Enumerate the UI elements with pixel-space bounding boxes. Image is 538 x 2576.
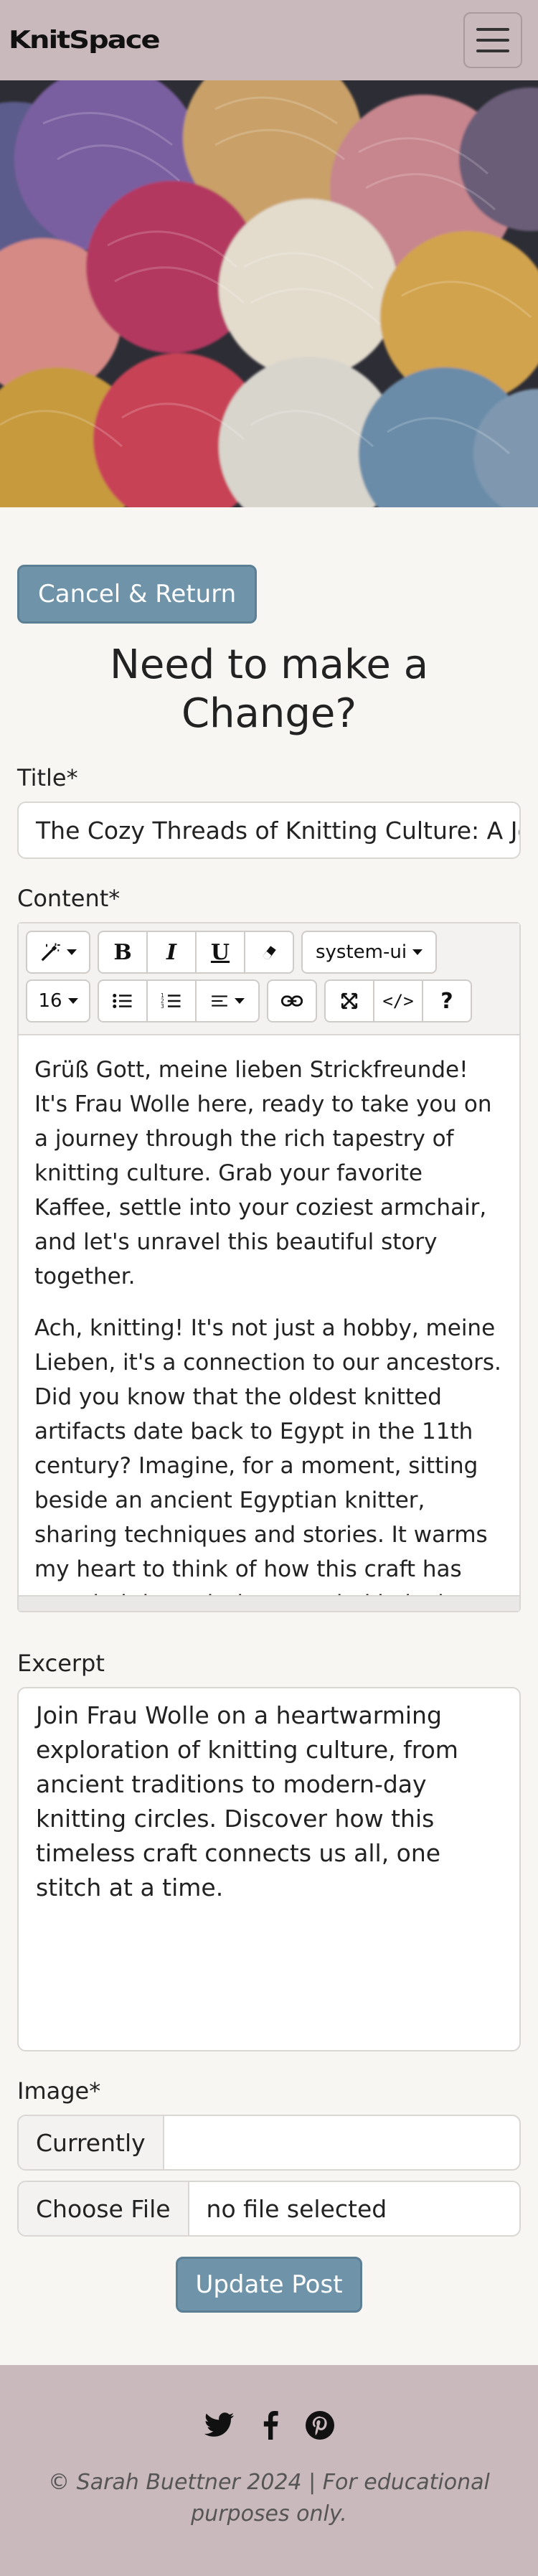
current-image-row: Currently [17, 2115, 521, 2171]
twitter-icon[interactable] [204, 2411, 235, 2440]
excerpt-label: Excerpt [17, 1650, 105, 1677]
italic-icon[interactable]: I [146, 931, 197, 974]
unordered-list-icon[interactable] [98, 979, 148, 1023]
hamburger-icon [476, 28, 509, 31]
copyright-text: © Sarah Buettner 2024 | For educational … [48, 2470, 490, 2526]
edit-post-form: Cancel & Return Need to make a Change? T… [0, 507, 538, 2313]
brand-logo[interactable]: KnitSpace [9, 26, 161, 54]
update-post-button[interactable]: Update Post [176, 2257, 362, 2313]
content-paragraph: Grüß Gott, meine lieben Strickfreunde! I… [34, 1057, 492, 1289]
facebook-icon[interactable] [260, 2411, 281, 2440]
editor-toolbar: B I U system-ui 16 1 2 3 </> ? [19, 923, 519, 1035]
excerpt-textarea[interactable]: Join Frau Wolle on a heartwarming explor… [17, 1687, 521, 2051]
content-textarea[interactable]: Grüß Gott, meine lieben Strickfreunde! I… [19, 1035, 519, 1595]
font-name-dropdown[interactable]: system-ui [301, 931, 438, 974]
pinterest-icon[interactable] [306, 2411, 334, 2440]
navbar: KnitSpace [0, 0, 538, 80]
content-editor: B I U system-ui 16 1 2 3 </> ? Grüß Gott… [17, 922, 521, 1612]
choose-file-button[interactable]: Choose File [19, 2182, 189, 2235]
bold-icon[interactable]: B [98, 931, 148, 974]
align-icon[interactable] [195, 979, 260, 1023]
hero-image [0, 80, 538, 507]
content-label: Content* [17, 885, 121, 912]
social-links [0, 2411, 538, 2440]
current-image-value [164, 2116, 519, 2169]
file-input[interactable]: Choose File no file selected [17, 2181, 521, 2237]
footer: © Sarah Buettner 2024 | For educational … [0, 2365, 538, 2576]
underline-icon[interactable]: U [195, 931, 245, 974]
font-size-dropdown[interactable]: 16 [26, 979, 90, 1023]
file-status: no file selected [206, 2194, 387, 2223]
magic-icon[interactable] [26, 931, 90, 974]
title-input[interactable]: The Cozy Threads of Knitting Culture: A … [17, 802, 521, 859]
page-title: Need to make a Change? [109, 641, 429, 737]
code-view-icon[interactable]: </> [373, 979, 423, 1023]
menu-toggle-button[interactable] [463, 12, 522, 68]
title-label: Title* [17, 764, 78, 791]
yarn-balls-image [0, 80, 538, 507]
editor-resize-bar[interactable] [19, 1595, 519, 1611]
ordered-list-icon[interactable]: 123 [146, 979, 197, 1023]
svg-text:3: 3 [161, 1003, 164, 1010]
cancel-return-button[interactable]: Cancel & Return [17, 565, 258, 624]
help-icon[interactable]: ? [422, 979, 472, 1023]
link-icon[interactable] [267, 979, 317, 1023]
fullscreen-icon[interactable] [324, 979, 374, 1023]
image-label: Image* [17, 2077, 101, 2105]
currently-label: Currently [19, 2116, 164, 2169]
content-paragraph: Ach, knitting! It's not just a hobby, me… [34, 1315, 501, 1595]
eraser-icon[interactable] [244, 931, 294, 974]
